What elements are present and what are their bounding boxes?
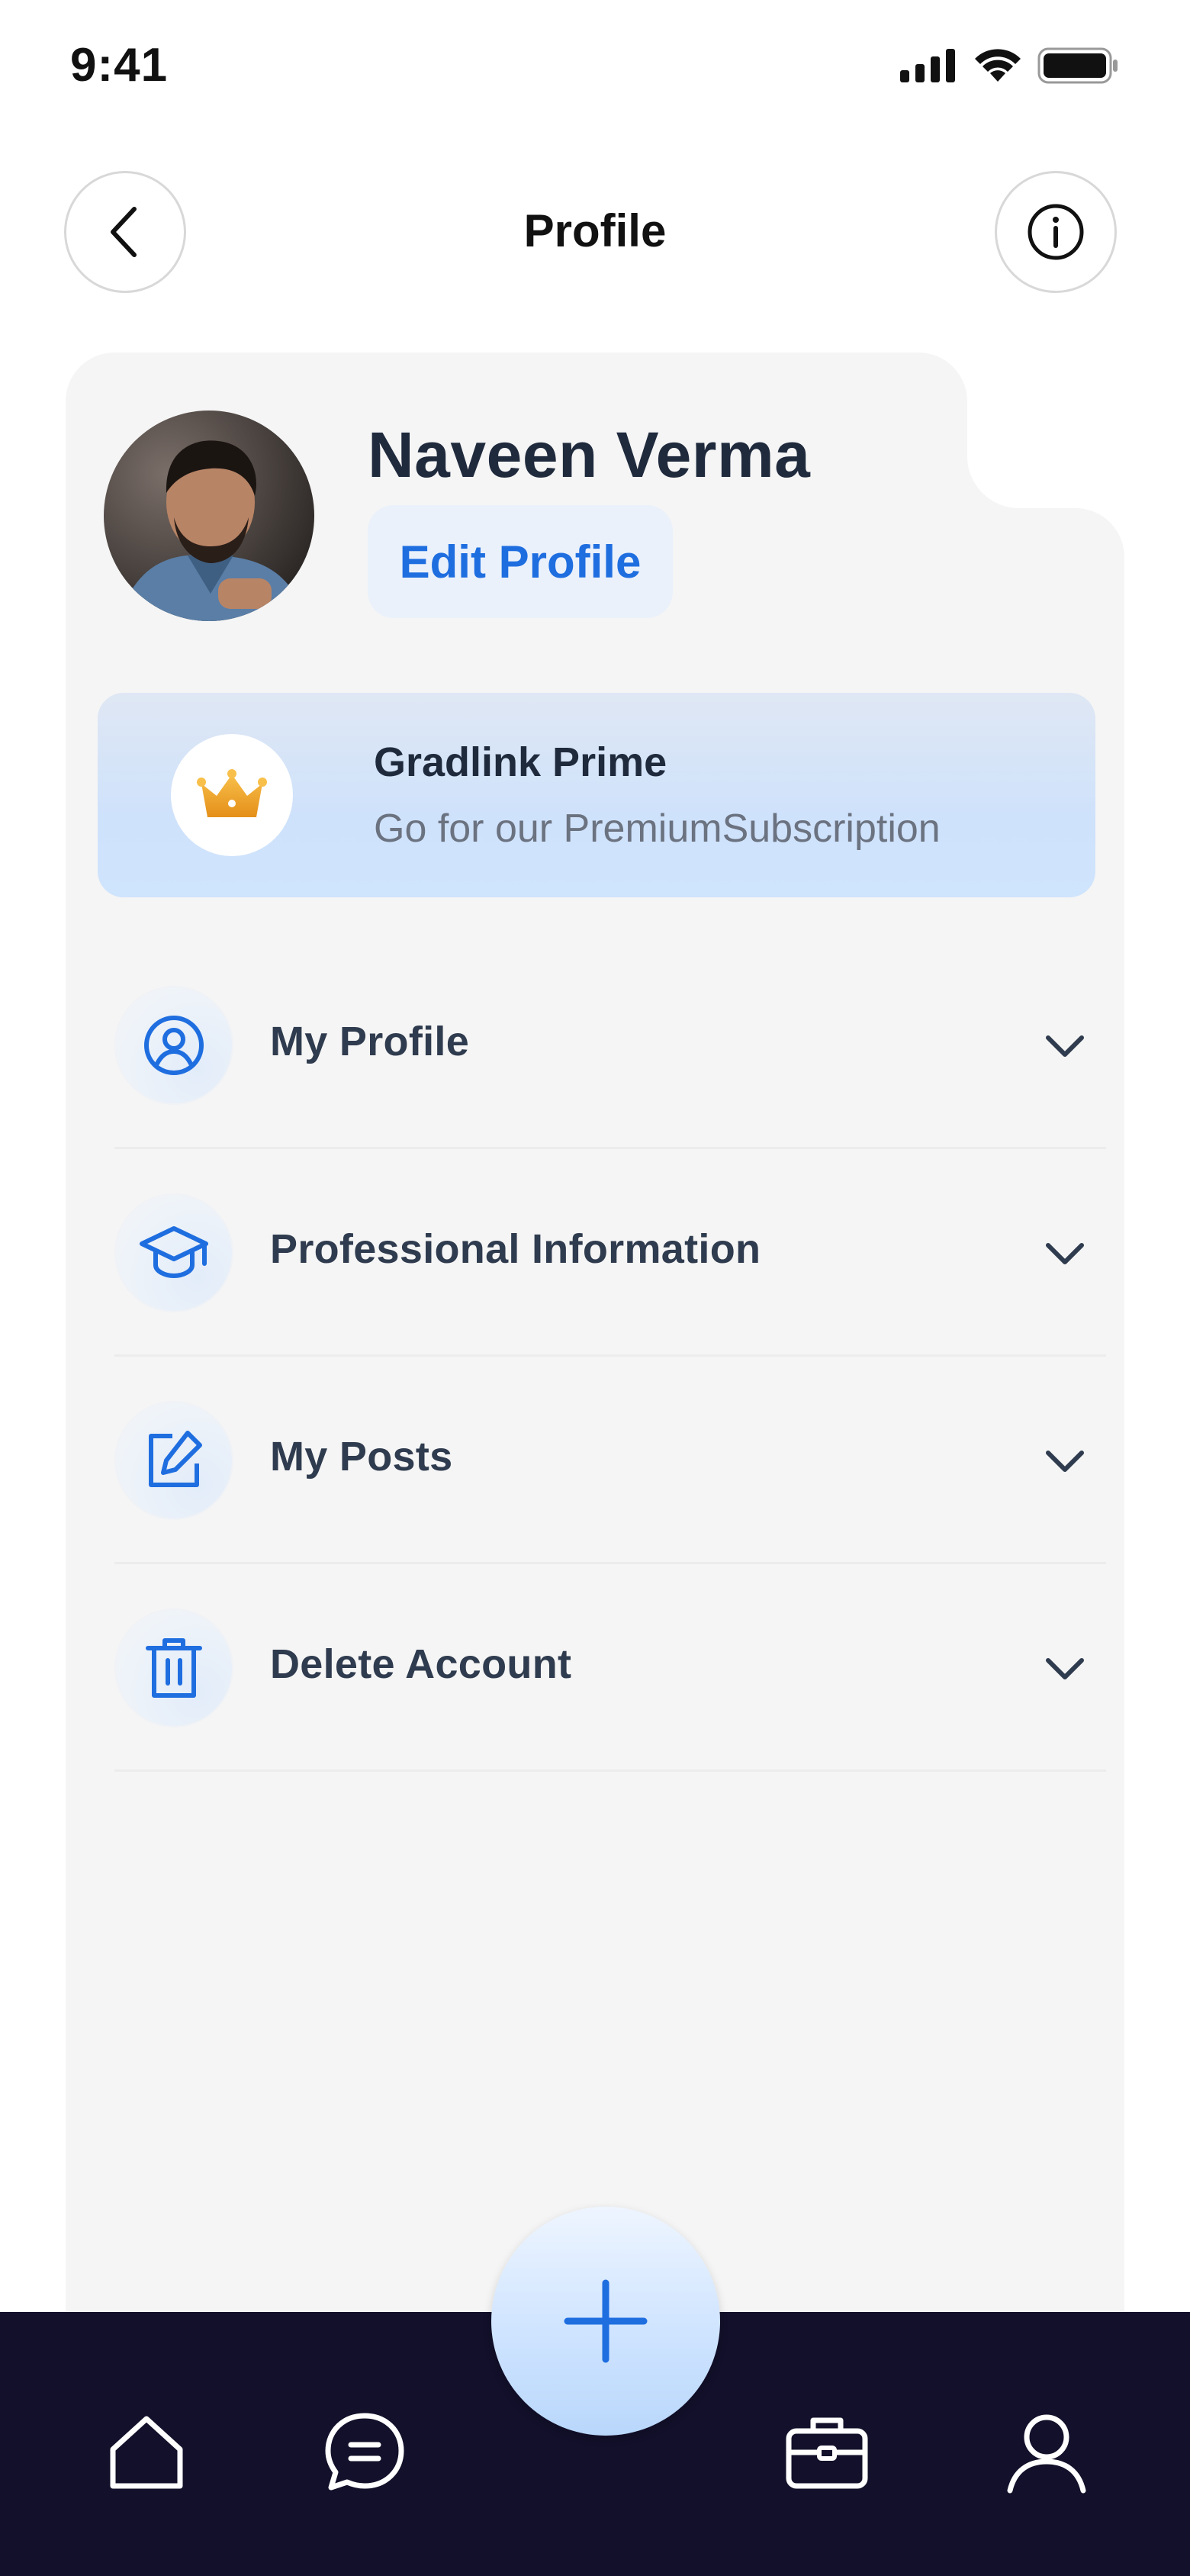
signal-icon	[900, 49, 955, 82]
chevron-down-icon	[1046, 1451, 1084, 1472]
nav-chat[interactable]	[319, 2407, 410, 2498]
menu-item-delete-account[interactable]: Delete Account	[114, 1564, 1106, 1772]
crown-icon	[197, 769, 267, 817]
graduation-cap-icon	[140, 1226, 208, 1279]
nav-home[interactable]	[101, 2407, 192, 2498]
avatar	[104, 411, 314, 621]
add-button[interactable]	[491, 2207, 720, 2436]
prime-subtitle: Go for our PremiumSubscription	[374, 807, 941, 851]
nav-jobs[interactable]	[781, 2407, 873, 2498]
edit-post-icon	[149, 1431, 202, 1487]
profile-card: Naveen Verma Edit Profile Gradlink Prime…	[66, 353, 1124, 2336]
user-circle-icon	[144, 1016, 204, 1075]
menu-icon-badge	[114, 1401, 233, 1520]
chat-icon	[325, 2413, 404, 2491]
prime-icon-badge	[171, 734, 293, 856]
wifi-icon	[975, 49, 1021, 82]
edit-profile-button[interactable]: Edit Profile	[368, 505, 673, 618]
menu-label: Professional Information	[270, 1226, 761, 1272]
status-icons	[900, 47, 1120, 84]
prime-banner[interactable]: Gradlink Prime Go for our PremiumSubscri…	[98, 693, 1095, 897]
chevron-down-icon	[1046, 1035, 1084, 1057]
profile-menu: My Profile Professional Information My P…	[114, 942, 1106, 1772]
info-icon	[1028, 204, 1084, 260]
menu-item-my-posts[interactable]: My Posts	[114, 1357, 1106, 1564]
nav-profile[interactable]	[1001, 2407, 1092, 2498]
avatar-photo	[104, 411, 314, 621]
menu-item-my-profile[interactable]: My Profile	[114, 942, 1106, 1149]
trash-icon	[146, 1638, 202, 1698]
home-icon	[110, 2416, 183, 2489]
menu-icon-badge	[114, 986, 233, 1105]
user-name: Naveen Verma	[368, 419, 811, 491]
add-icon	[564, 2279, 648, 2363]
battery-icon	[1037, 47, 1118, 84]
menu-item-professional-information[interactable]: Professional Information	[114, 1149, 1106, 1357]
header: Profile	[0, 168, 1190, 296]
status-bar: 9:41	[0, 0, 1190, 137]
user-icon	[1007, 2414, 1086, 2494]
prime-title: Gradlink Prime	[374, 739, 667, 785]
chevron-down-icon	[1046, 1243, 1084, 1264]
briefcase-icon	[786, 2417, 868, 2489]
info-button[interactable]	[995, 171, 1117, 293]
menu-label: My Profile	[270, 1019, 470, 1064]
chevron-down-icon	[1046, 1658, 1084, 1679]
menu-icon-badge	[114, 1608, 233, 1728]
status-time: 9:41	[70, 39, 169, 92]
menu-icon-badge	[114, 1193, 233, 1312]
menu-label: Delete Account	[270, 1641, 572, 1687]
menu-label: My Posts	[270, 1434, 453, 1480]
